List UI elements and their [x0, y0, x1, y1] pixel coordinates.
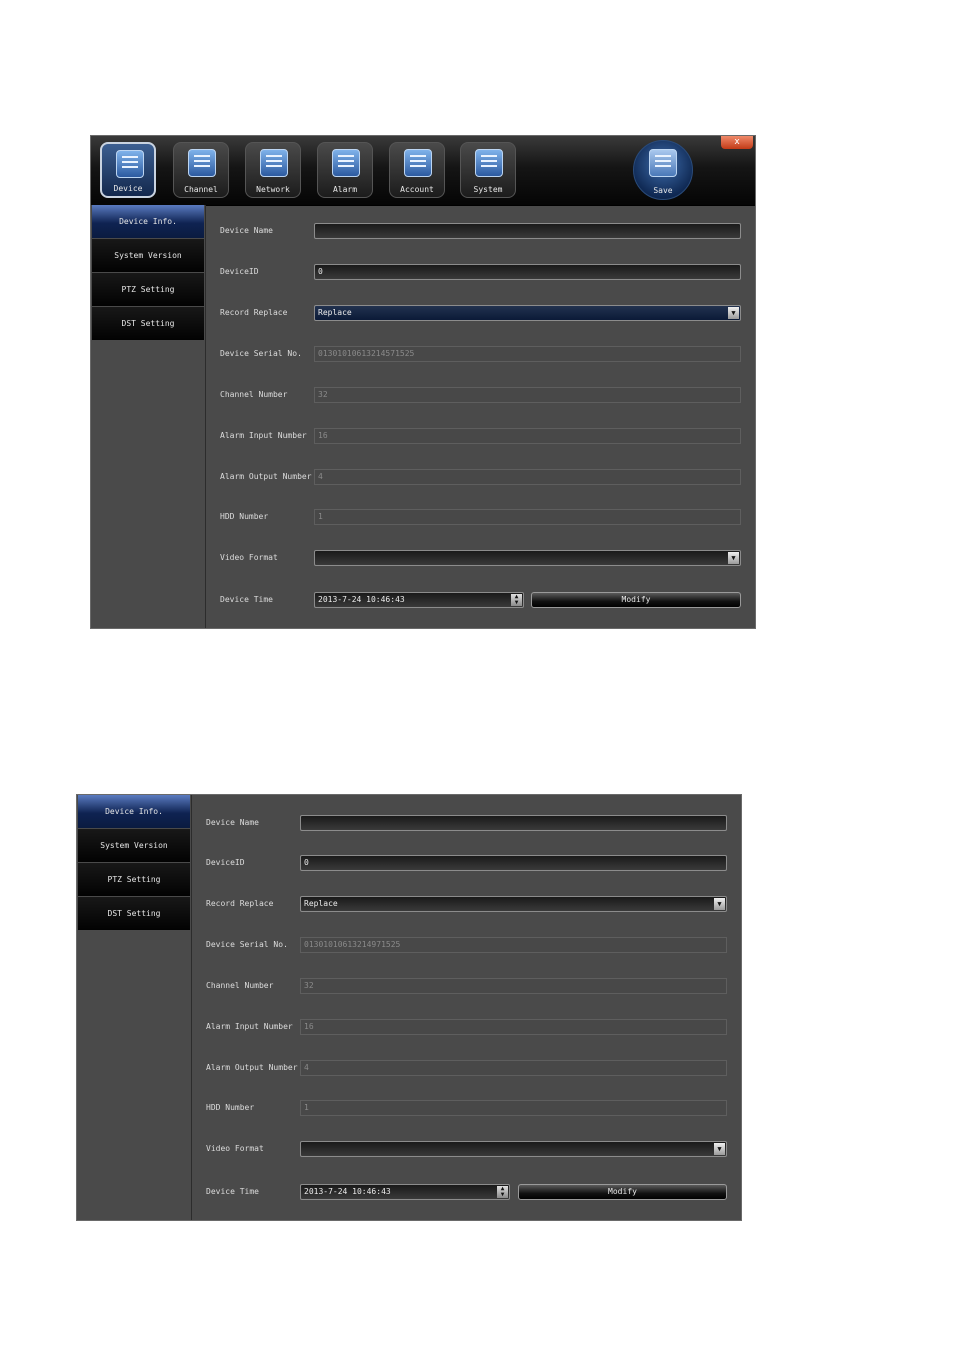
record-replace-value: Replace	[304, 899, 338, 908]
close-button[interactable]: x	[721, 136, 753, 149]
hdd-number-label: HDD Number	[220, 512, 269, 521]
device-time-label: Device Time	[206, 1187, 259, 1196]
alarm-output-field: 4	[300, 1060, 727, 1076]
tab-channel[interactable]: Channel	[173, 142, 229, 198]
device-serial-label: Device Serial No.	[220, 349, 302, 358]
chevron-down-icon[interactable]: ▼	[714, 1143, 725, 1155]
sidebar-item-system-version[interactable]: System Version	[78, 829, 190, 862]
hdd-number-field: 1	[300, 1100, 727, 1116]
device-serial-field: 01301010613214971525	[300, 937, 727, 953]
tab-account[interactable]: Account	[389, 142, 445, 198]
sidebar-item-dst-setting[interactable]: DST Setting	[78, 897, 190, 930]
hdd-number-label: HDD Number	[206, 1103, 255, 1112]
video-format-select[interactable]: ▼	[314, 550, 741, 566]
sidebar-item-device-info[interactable]: Device Info.	[78, 795, 190, 828]
system-icon	[475, 149, 503, 177]
channel-number-label: Channel Number	[206, 981, 274, 990]
video-format-label: Video Format	[220, 553, 278, 562]
spinner-icon[interactable]: ▲ ▼	[497, 1186, 508, 1198]
alarm-input-label: Alarm Input Number	[220, 431, 307, 440]
channel-number-label: Channel Number	[220, 390, 288, 399]
device-id-label: DeviceID	[206, 858, 245, 867]
video-format-label: Video Format	[206, 1144, 264, 1153]
hdd-number-field: 1	[314, 509, 741, 525]
modify-button[interactable]: Modify	[518, 1184, 727, 1200]
chevron-down-icon[interactable]: ▼	[728, 307, 739, 319]
sidebar-item-dst-setting[interactable]: DST Setting	[92, 307, 204, 340]
sidebar: Device Info. System Version PTZ Setting …	[77, 795, 192, 1220]
channel-number-field: 32	[314, 387, 741, 403]
device-info-form: Device Name DeviceID 0 Record Replace Re…	[192, 795, 741, 1220]
modify-button[interactable]: Modify	[531, 592, 741, 608]
video-format-select[interactable]: ▼	[300, 1141, 727, 1157]
sidebar-item-device-info[interactable]: Device Info.	[92, 205, 204, 238]
device-icon	[116, 150, 144, 178]
device-name-input[interactable]	[300, 815, 727, 831]
record-replace-label: Record Replace	[220, 308, 288, 317]
alarm-output-field: 4	[314, 469, 741, 485]
record-replace-select[interactable]: Replace ▼	[300, 896, 727, 912]
main-toolbar: Device Channel Network Alarm Account Sys…	[91, 136, 755, 206]
alarm-output-label: Alarm Output Number	[220, 472, 312, 481]
save-button[interactable]: Save	[633, 140, 693, 200]
alarm-icon	[332, 149, 360, 177]
device-time-label: Device Time	[220, 595, 273, 604]
device-id-input[interactable]: 0	[314, 264, 741, 280]
device-id-input[interactable]: 0	[300, 855, 727, 871]
alarm-input-field: 16	[314, 428, 741, 444]
tab-device[interactable]: Device	[100, 142, 156, 198]
device-name-input[interactable]	[314, 223, 741, 239]
channel-number-field: 32	[300, 978, 727, 994]
chevron-down-icon[interactable]: ▼	[728, 552, 739, 564]
record-replace-select[interactable]: Replace ▼	[314, 305, 741, 321]
device-time-value: 2013-7-24 10:46:43	[304, 1187, 391, 1196]
spinner-icon[interactable]: ▲ ▼	[511, 594, 522, 606]
device-serial-label: Device Serial No.	[206, 940, 288, 949]
device-info-panel: Device Info. System Version PTZ Setting …	[76, 794, 742, 1221]
alarm-input-label: Alarm Input Number	[206, 1022, 293, 1031]
device-info-form: Device Name DeviceID 0 Record Replace Re…	[206, 205, 755, 628]
save-icon	[649, 149, 677, 177]
channel-icon	[188, 149, 216, 177]
record-replace-value: Replace	[318, 308, 352, 317]
tab-alarm[interactable]: Alarm	[317, 142, 373, 198]
sidebar: Device Info. System Version PTZ Setting …	[91, 205, 206, 628]
alarm-output-label: Alarm Output Number	[206, 1063, 298, 1072]
alarm-input-field: 16	[300, 1019, 727, 1035]
sidebar-item-ptz-setting[interactable]: PTZ Setting	[92, 273, 204, 306]
device-serial-field: 01301010613214571525	[314, 346, 741, 362]
settings-window: Device Channel Network Alarm Account Sys…	[90, 135, 756, 629]
device-name-label: Device Name	[206, 818, 259, 827]
device-time-value: 2013-7-24 10:46:43	[318, 595, 405, 604]
device-name-label: Device Name	[220, 226, 273, 235]
account-icon	[404, 149, 432, 177]
device-time-input[interactable]: 2013-7-24 10:46:43 ▲ ▼	[300, 1184, 510, 1200]
chevron-down-icon[interactable]: ▼	[714, 898, 725, 910]
device-time-input[interactable]: 2013-7-24 10:46:43 ▲ ▼	[314, 592, 524, 608]
device-id-label: DeviceID	[220, 267, 259, 276]
tab-system[interactable]: System	[460, 142, 516, 198]
network-icon	[260, 149, 288, 177]
tab-network[interactable]: Network	[245, 142, 301, 198]
sidebar-item-system-version[interactable]: System Version	[92, 239, 204, 272]
record-replace-label: Record Replace	[206, 899, 274, 908]
sidebar-item-ptz-setting[interactable]: PTZ Setting	[78, 863, 190, 896]
